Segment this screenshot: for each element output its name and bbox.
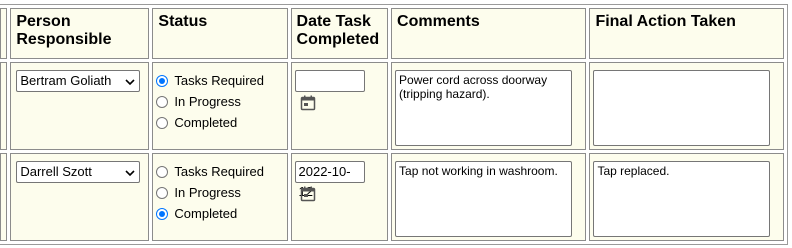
header-cell-spacer <box>0 8 8 59</box>
status-cell: Tasks Required In Progress Completed <box>152 153 288 241</box>
radio-button[interactable] <box>156 165 169 178</box>
table-row: Bertram Goliath Tasks Required In Progre… <box>0 62 784 150</box>
final-action-cell: Tap replaced. <box>589 153 784 241</box>
status-radio-tasks-required[interactable]: Tasks Required <box>156 161 286 182</box>
date-input[interactable] <box>294 70 365 92</box>
date-cell: 2022-10-12 <box>290 153 389 241</box>
row-spacer-cell <box>0 62 8 150</box>
person-select[interactable]: Bertram Goliath <box>16 70 141 92</box>
comment-textarea[interactable]: Tap not working in washroom. <box>395 161 573 237</box>
status-radio-completed[interactable]: Completed <box>156 203 286 224</box>
radio-button-checked[interactable] <box>156 74 169 87</box>
header-date: Date Task Completed <box>290 8 389 59</box>
final-action-textarea[interactable]: Tap replaced. <box>593 161 771 237</box>
radio-button[interactable] <box>156 95 169 108</box>
comment-textarea[interactable]: Power cord across doorway (tripping haza… <box>395 70 573 146</box>
header-person: Person Responsible <box>10 8 150 59</box>
calendar-icon[interactable] <box>300 95 316 111</box>
person-select[interactable]: Darrell Szott <box>16 161 141 183</box>
task-table: Person Responsible Status Date Task Comp… <box>0 4 788 245</box>
table-row: Darrell Szott Tasks Required In Progress… <box>0 153 784 241</box>
date-input[interactable]: 2022-10-12 <box>294 161 365 199</box>
status-radio-completed[interactable]: Completed <box>156 112 286 133</box>
radio-label: Completed <box>174 115 238 130</box>
final-action-cell <box>589 62 784 150</box>
status-radio-in-progress[interactable]: In Progress <box>156 182 286 203</box>
chevron-down-icon <box>125 79 135 86</box>
comment-cell: Power cord across doorway (tripping haza… <box>391 62 587 150</box>
radio-label: In Progress <box>174 94 241 109</box>
header-comments: Comments <box>391 8 587 59</box>
radio-button-checked[interactable] <box>156 207 169 220</box>
person-cell: Darrell Szott <box>10 153 150 241</box>
radio-button[interactable] <box>156 186 169 199</box>
row-spacer-cell <box>0 153 8 241</box>
status-radio-tasks-required[interactable]: Tasks Required <box>156 70 286 91</box>
chevron-down-icon <box>125 170 135 177</box>
header-row: Person Responsible Status Date Task Comp… <box>0 8 784 59</box>
radio-button[interactable] <box>156 116 169 129</box>
header-status: Status <box>152 8 288 59</box>
status-radio-group: Tasks Required In Progress Completed <box>153 161 286 224</box>
radio-label: Completed <box>174 206 238 221</box>
status-radio-group: Tasks Required In Progress Completed <box>153 70 286 133</box>
calendar-icon[interactable] <box>300 186 316 202</box>
status-radio-in-progress[interactable]: In Progress <box>156 91 286 112</box>
radio-label: In Progress <box>174 185 241 200</box>
person-select-value: Darrell Szott <box>20 164 92 179</box>
date-cell <box>290 62 389 150</box>
radio-label: Tasks Required <box>174 164 264 179</box>
person-cell: Bertram Goliath <box>10 62 150 150</box>
header-final-action: Final Action Taken <box>589 8 784 59</box>
radio-label: Tasks Required <box>174 73 264 88</box>
final-action-textarea[interactable] <box>593 70 771 146</box>
status-cell: Tasks Required In Progress Completed <box>152 62 288 150</box>
person-select-value: Bertram Goliath <box>20 73 112 88</box>
comment-cell: Tap not working in washroom. <box>391 153 587 241</box>
task-table-region: Person Responsible Status Date Task Comp… <box>0 0 792 248</box>
